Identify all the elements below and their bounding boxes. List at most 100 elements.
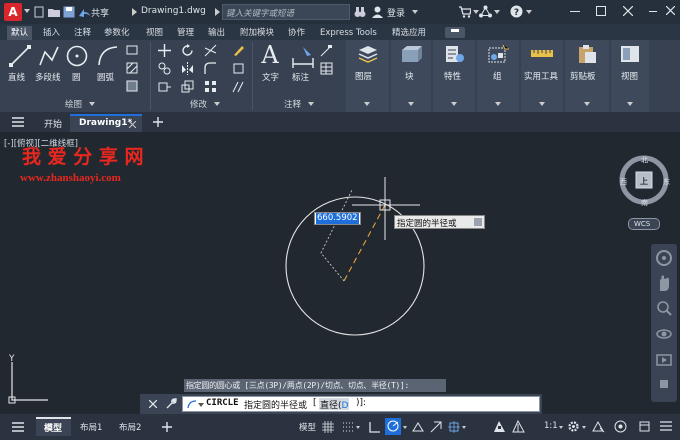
tab-output[interactable]: 输出 [208, 26, 225, 40]
modify-panel-label[interactable]: 修改 [190, 98, 207, 110]
close-command-line-icon[interactable] [149, 400, 157, 408]
tab-addins[interactable]: 附加模块 [240, 26, 274, 40]
user-icon[interactable] [372, 6, 383, 18]
hatch-icon[interactable] [126, 62, 138, 74]
option-diameter[interactable]: 直径(D [319, 398, 350, 411]
rectangle-icon[interactable] [126, 44, 138, 56]
steering-wheel-icon[interactable] [656, 250, 672, 266]
inner-close-button[interactable] [666, 6, 675, 15]
help-dropdown-icon[interactable] [526, 10, 532, 14]
move-icon[interactable] [158, 44, 171, 57]
tab-view[interactable]: 视图 [146, 26, 163, 40]
tab-annotate[interactable]: 注释 [74, 26, 91, 40]
snap-dropdown-icon[interactable] [356, 426, 360, 429]
model-space-toggle[interactable]: 模型 [299, 421, 316, 433]
workspace-dropdown-icon[interactable] [582, 426, 586, 429]
pan-icon[interactable] [656, 274, 672, 292]
tab-collaborate[interactable]: 协作 [288, 26, 305, 40]
minimize-button[interactable] [570, 11, 580, 12]
circle-button[interactable]: 圆 [72, 71, 81, 83]
annotation-visibility-icon[interactable] [493, 420, 506, 433]
arc-button[interactable]: 圆弧 [97, 71, 114, 83]
viewcube-west[interactable]: 西 [620, 177, 627, 187]
utilities-panel[interactable]: 实用工具 [521, 40, 563, 112]
viewcube-north[interactable]: 北 [641, 155, 648, 165]
tab-layout2[interactable]: 布局2 [119, 421, 141, 433]
tab-express-tools[interactable]: Express Tools [320, 26, 377, 40]
arc-icon[interactable] [96, 44, 120, 68]
close-button[interactable] [623, 6, 633, 16]
object-snap-icon[interactable] [448, 421, 460, 433]
rotate-icon[interactable] [181, 44, 194, 57]
tab-parametric[interactable]: 参数化 [104, 26, 130, 40]
trim-icon[interactable] [204, 44, 217, 57]
annotation-scale-dropdown-icon[interactable] [559, 426, 563, 429]
add-layout-icon[interactable] [162, 422, 172, 432]
zoom-extents-icon[interactable] [656, 300, 672, 316]
polyline-button[interactable]: 多段线 [35, 71, 61, 83]
dimension-icon[interactable] [291, 44, 315, 68]
offset-icon[interactable] [232, 80, 245, 93]
isodraft-icon[interactable] [412, 421, 424, 433]
tab-layout1[interactable]: 布局1 [80, 421, 102, 433]
circle-icon[interactable] [65, 44, 89, 68]
workspace-gear-icon[interactable] [567, 420, 580, 433]
hamburger-menu-icon[interactable] [12, 117, 24, 127]
table-icon[interactable] [320, 62, 333, 75]
block-panel[interactable]: 块 [391, 40, 431, 112]
ortho-icon[interactable] [368, 421, 380, 433]
fillet-icon[interactable] [204, 62, 217, 75]
view-panel[interactable]: 视图 [611, 40, 649, 112]
properties-panel[interactable]: 特性 [433, 40, 475, 112]
new-tab-icon[interactable] [153, 117, 163, 127]
auto-scale-icon[interactable] [512, 420, 525, 433]
ribbon-toggle-button[interactable] [445, 27, 465, 38]
text-button[interactable]: 文字 [262, 71, 279, 83]
new-file-icon[interactable] [34, 6, 44, 18]
app-logo[interactable]: A [4, 3, 22, 21]
tab-drawing1[interactable]: Drawing1* [70, 114, 142, 132]
drawing-canvas[interactable] [0, 132, 620, 414]
app-menu-arrow-icon[interactable] [24, 9, 30, 13]
modify-panel-dropdown-icon[interactable] [214, 102, 220, 106]
object-snap-tracking-icon[interactable] [430, 421, 442, 433]
line-button[interactable]: 直线 [8, 71, 25, 83]
tooltip-options-icon[interactable] [474, 218, 482, 226]
gradient-icon[interactable] [126, 80, 138, 92]
dimension-button[interactable]: 标注 [292, 71, 309, 83]
customization-icon[interactable] [660, 420, 672, 433]
inner-minimize-button[interactable] [649, 11, 657, 12]
layers-panel[interactable]: 图层 [346, 40, 389, 112]
search-input[interactable]: 键入关键字或短语 [222, 4, 350, 20]
text-icon[interactable]: A [259, 42, 281, 68]
clipboard-panel[interactable]: 剪贴板 [565, 40, 609, 112]
drawing-viewport[interactable]: [-][俯视][二维线框] 我 爱 分 享 网 www.zhanshaoyi.c… [0, 132, 680, 414]
mirror-icon[interactable] [181, 62, 194, 75]
tab-start[interactable]: 开始 [44, 117, 62, 130]
polyline-icon[interactable] [37, 44, 61, 68]
tab-manage[interactable]: 管理 [177, 26, 194, 40]
grid-icon[interactable] [322, 421, 334, 433]
group-panel[interactable]: 组 [477, 40, 519, 112]
showmotion-icon[interactable] [656, 352, 672, 368]
nav-bar-menu-icon[interactable] [660, 380, 668, 388]
annotation-panel-dropdown-icon[interactable] [308, 102, 314, 106]
object-snap-dropdown-icon[interactable] [462, 426, 466, 429]
recent-commands-dropdown-icon[interactable] [198, 403, 204, 407]
annotation-monitor-icon[interactable] [592, 420, 605, 433]
tab-model[interactable]: 模型 [36, 417, 71, 436]
login-label[interactable]: 登录 [387, 6, 405, 19]
wcs-menu[interactable]: WCS [628, 218, 660, 230]
binoculars-icon[interactable] [354, 6, 366, 18]
polar-tracking-button[interactable] [385, 418, 401, 435]
array-icon[interactable] [204, 80, 217, 93]
maximize-button[interactable] [596, 6, 606, 16]
help-icon[interactable]: ? [510, 5, 523, 18]
copy-icon[interactable] [158, 62, 171, 75]
stretch-icon[interactable] [158, 80, 171, 93]
hamburger-layouts-icon[interactable] [12, 422, 24, 432]
save-icon[interactable] [63, 6, 75, 18]
cart-icon[interactable] [459, 6, 471, 18]
explode-icon[interactable] [232, 62, 245, 75]
isolate-objects-icon[interactable] [614, 420, 627, 433]
